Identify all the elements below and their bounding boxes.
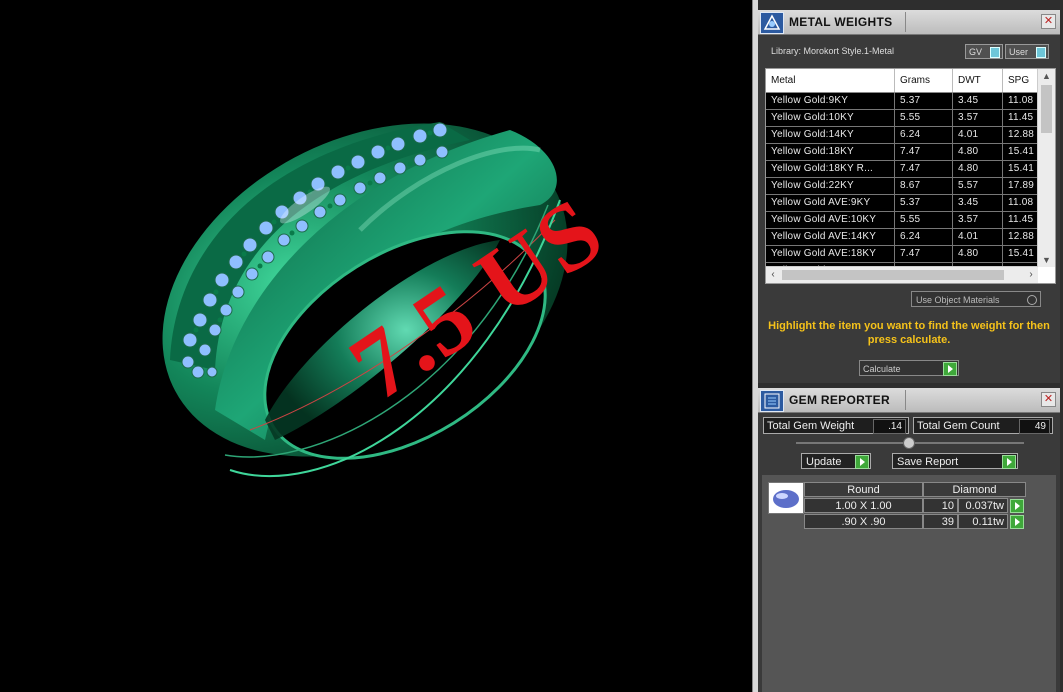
close-icon[interactable]: ✕ xyxy=(1041,392,1056,407)
table-row[interactable]: Yellow Gold:14KY 6.24 4.01 12.88 xyxy=(766,127,1037,144)
calculate-button[interactable]: Calculate xyxy=(859,360,959,376)
gem-reporter-panel: Total Gem Weight .14 Total Gem Count 49 … xyxy=(758,413,1060,692)
radio-icon[interactable] xyxy=(1027,295,1037,305)
table-cell: 4.80 xyxy=(953,144,1003,160)
table-row[interactable]: Yellow Gold AVE:14KY 6.24 4.01 12.88 xyxy=(766,229,1037,246)
table-cell: 4.01 xyxy=(953,229,1003,245)
table-row[interactable]: Yellow Gold:9KY 5.37 3.45 11.08 xyxy=(766,93,1037,110)
play-icon[interactable] xyxy=(1010,515,1024,529)
save-report-button[interactable]: Save Report xyxy=(892,453,1018,469)
gem-report-area: Round Diamond 1.00 X 1.00 10 0.037tw .90 X … xyxy=(762,475,1056,692)
horizontal-scrollbar[interactable]: ‹ › xyxy=(766,266,1038,283)
total-gem-count-value: 49 xyxy=(1019,419,1050,434)
scroll-right-icon[interactable]: › xyxy=(1024,267,1038,283)
table-cell: 8.67 xyxy=(895,178,953,194)
gem-material-header: Diamond xyxy=(923,482,1026,497)
table-cell: 3.57 xyxy=(953,110,1003,126)
table-cell: 3.57 xyxy=(953,212,1003,228)
scroll-left-icon[interactable]: ‹ xyxy=(766,267,780,283)
right-panel: METAL WEIGHTS ✕ Library: Morokort Style.… xyxy=(758,0,1063,692)
table-cell: 3.45 xyxy=(953,195,1003,211)
gem-size-cell: .90 X .90 xyxy=(804,514,923,529)
table-cell: 7.47 xyxy=(895,144,953,160)
use-object-materials-option[interactable]: Use Object Materials xyxy=(911,291,1041,307)
metal-weights-titlebar: METAL WEIGHTS ✕ xyxy=(758,10,1060,35)
table-cell: 5.37 xyxy=(895,93,953,109)
scroll-up-icon[interactable]: ▲ xyxy=(1038,69,1055,83)
table-cell: 6.24 xyxy=(895,127,953,143)
gem-reporter-icon xyxy=(760,390,784,412)
vertical-scrollbar[interactable]: ▲ ▼ xyxy=(1037,69,1055,267)
scroll-thumb[interactable] xyxy=(782,270,1004,280)
gem-count-cell: 10 xyxy=(923,498,958,513)
scroll-thumb[interactable] xyxy=(1041,85,1052,133)
update-button[interactable]: Update xyxy=(801,453,871,469)
table-cell: 3.45 xyxy=(953,93,1003,109)
table-cell: 5.57 xyxy=(953,178,1003,194)
table-row[interactable]: Yellow Gold AVE:9KY 5.37 3.45 11.08 xyxy=(766,195,1037,212)
table-cell: Yellow Gold:18KY xyxy=(766,144,895,160)
table-cell: Yellow Gold:22KY xyxy=(766,178,895,194)
gem-reporter-titlebar: GEM REPORTER ✕ xyxy=(758,388,1060,413)
table-cell: 4.80 xyxy=(953,246,1003,262)
table-body: Yellow Gold:9KY 5.37 3.45 11.08 Yellow Gold:… xyxy=(766,93,1037,280)
table-cell: Yellow Gold:14KY xyxy=(766,127,895,143)
scroll-down-icon[interactable]: ▼ xyxy=(1038,253,1055,267)
library-label: Library: Morokort Style.1-Metal xyxy=(771,46,895,56)
gem-weight-cell: 0.037tw xyxy=(958,498,1008,513)
table-cell: 6.24 xyxy=(895,229,953,245)
gem-reporter-title: GEM REPORTER xyxy=(789,393,890,407)
table-row[interactable]: Yellow Gold AVE:18KY 7.47 4.80 15.41 xyxy=(766,246,1037,263)
column-header-dwt[interactable]: DWT xyxy=(953,69,1003,92)
table-cell: 5.55 xyxy=(895,212,953,228)
table-cell: Yellow Gold:18KY R... xyxy=(766,161,895,177)
slider-handle[interactable] xyxy=(903,437,915,449)
column-header-metal[interactable]: Metal xyxy=(766,69,895,92)
play-icon[interactable] xyxy=(1002,455,1016,469)
table-cell: 5.55 xyxy=(895,110,953,126)
table-row[interactable]: Yellow Gold:22KY 8.67 5.57 17.89 xyxy=(766,178,1037,195)
table-cell: 7.47 xyxy=(895,246,953,262)
column-header-grams[interactable]: Grams xyxy=(895,69,953,92)
table-row[interactable]: Yellow Gold:10KY 5.55 3.57 11.45 xyxy=(766,110,1037,127)
gem-count-cell: 39 xyxy=(923,514,958,529)
table-cell: Yellow Gold AVE:14KY xyxy=(766,229,895,245)
gem-shape-header: Round xyxy=(804,482,923,497)
play-icon[interactable] xyxy=(1010,499,1024,513)
total-gem-weight-value: .14 xyxy=(873,419,906,434)
table-row[interactable]: Yellow Gold AVE:10KY 5.55 3.57 11.45 xyxy=(766,212,1037,229)
table-cell: 5.37 xyxy=(895,195,953,211)
table-cell: 4.80 xyxy=(953,161,1003,177)
table-cell: Yellow Gold AVE:9KY xyxy=(766,195,895,211)
table-cell: Yellow Gold AVE:10KY xyxy=(766,212,895,228)
play-icon[interactable] xyxy=(943,362,957,376)
metal-weights-title: METAL WEIGHTS xyxy=(789,15,893,29)
table-header: Metal Grams DWT SPG xyxy=(766,69,1037,93)
gv-toggle[interactable]: GV xyxy=(965,44,1003,59)
total-gem-count: Total Gem Count 49 xyxy=(913,417,1053,434)
close-icon[interactable]: ✕ xyxy=(1041,14,1056,29)
total-gem-weight: Total Gem Weight .14 xyxy=(763,417,909,434)
gem-weight-cell: 0.11tw xyxy=(958,514,1008,529)
table-cell: Yellow Gold AVE:18KY xyxy=(766,246,895,262)
play-icon[interactable] xyxy=(855,455,869,469)
table-cell: 4.01 xyxy=(953,127,1003,143)
round-gem-icon xyxy=(768,482,804,514)
gem-size-cell: 1.00 X 1.00 xyxy=(804,498,923,513)
table-row[interactable]: Yellow Gold:18KY R... 7.47 4.80 15.41 xyxy=(766,161,1037,178)
user-toggle[interactable]: User xyxy=(1005,44,1049,59)
table-row[interactable]: Yellow Gold:18KY 7.47 4.80 15.41 xyxy=(766,144,1037,161)
metal-weights-panel: Library: Morokort Style.1-Metal GV User … xyxy=(758,35,1060,383)
table-cell: 7.47 xyxy=(895,161,953,177)
metal-weights-icon xyxy=(760,12,784,34)
hint-text: Highlight the item you want to find the … xyxy=(768,320,1050,346)
table-cell: Yellow Gold:10KY xyxy=(766,110,895,126)
3d-viewport[interactable]: 7.5 US xyxy=(0,0,752,692)
table-cell: Yellow Gold:9KY xyxy=(766,93,895,109)
metal-weights-table: Metal Grams DWT SPG Yellow Gold:9KY 5.37 3… xyxy=(765,68,1056,284)
